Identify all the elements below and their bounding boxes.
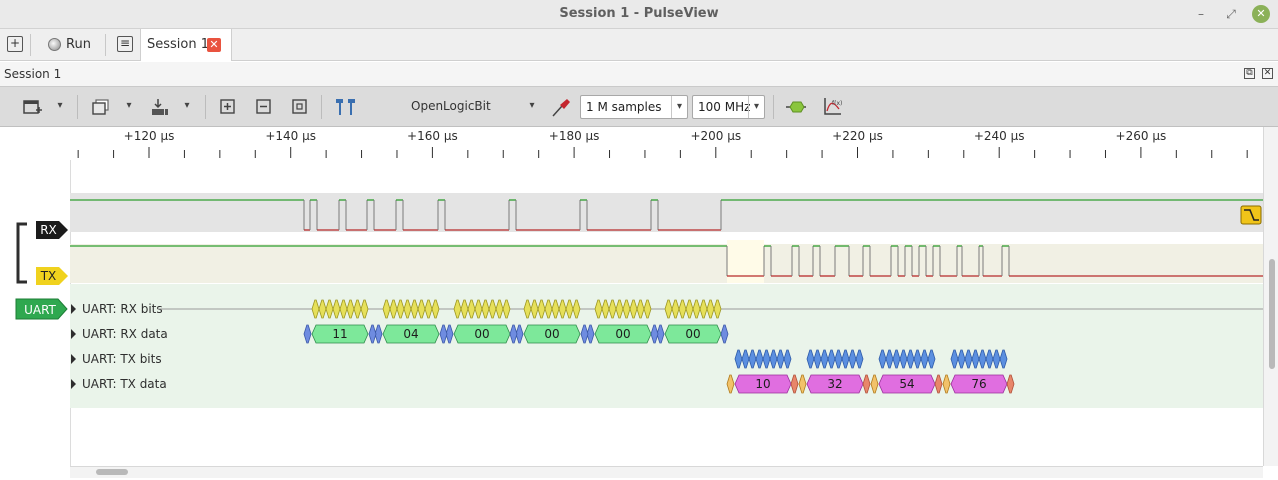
run-button[interactable]: Run: [40, 33, 91, 57]
divider: [77, 95, 78, 119]
import-icon[interactable]: [150, 97, 170, 117]
float-icon[interactable]: ⧉: [1244, 68, 1255, 79]
session-tab-bar: + Run ≡ Session 1 ✕: [0, 29, 1278, 61]
rx-channel-label[interactable]: RX: [36, 221, 68, 239]
close-button[interactable]: ✕: [1252, 5, 1270, 23]
tx-channel-label-label: TX: [40, 269, 57, 283]
sample-count-select[interactable]: 1 M samples ▾: [580, 95, 688, 119]
tab-label: Session 1: [147, 37, 210, 52]
sample-count-value: 1 M samples: [586, 100, 662, 114]
chevron-down-icon[interactable]: ▾: [526, 98, 538, 114]
tx-data-value: 54: [899, 377, 914, 391]
vertical-scrollbar[interactable]: [1263, 127, 1278, 466]
uart-decoder-label[interactable]: UART: [15, 298, 68, 320]
trace-viewport[interactable]: RX TX UART UART: RX bits UART: RX data UART: …: [0, 160, 1263, 466]
cursor-icon[interactable]: [335, 97, 355, 117]
new-session-button[interactable]: +: [7, 36, 23, 52]
add-view-icon[interactable]: [22, 97, 42, 117]
divider: [30, 34, 31, 56]
window-title: Session 1 - PulseView: [559, 6, 719, 21]
tx-data-value: 32: [827, 377, 842, 391]
divider: [105, 34, 106, 56]
decoder-row-label: UART: RX data: [82, 327, 168, 341]
vertical-scroll-thumb[interactable]: [1269, 259, 1275, 369]
decoder-row[interactable]: UART: RX data: [71, 327, 168, 341]
decoder-row-label: UART: TX data: [82, 377, 167, 391]
math-icon[interactable]: f(x): [822, 97, 842, 117]
trace-canvas[interactable]: RX TX UART UART: RX bits UART: RX data UART: …: [0, 160, 1263, 466]
title-bar: Session 1 - PulseView – ⤢ ✕: [0, 0, 1278, 29]
samplerate-value: 100 MHz: [698, 100, 751, 114]
close-session-icon[interactable]: ✕: [1262, 68, 1273, 79]
rx-data-value: 00: [685, 327, 700, 341]
chevron-down-icon: ▾: [748, 96, 764, 118]
zoom-fit-icon[interactable]: [290, 97, 310, 117]
tx-channel-label[interactable]: TX: [36, 267, 68, 285]
probe-icon[interactable]: [550, 97, 570, 117]
decoder-rows-bg: [70, 284, 1263, 408]
divider: [321, 95, 322, 119]
tx-row-bg: [70, 244, 1263, 283]
rx-data-value: 00: [544, 327, 559, 341]
rx-channel-label-label: RX: [40, 223, 57, 237]
device-selector[interactable]: OpenLogicBit: [411, 99, 491, 113]
decoder-row-label: UART: TX bits: [82, 352, 162, 366]
chevron-down-icon[interactable]: ▾: [54, 98, 66, 114]
run-state-icon: [48, 38, 61, 51]
save-icon[interactable]: [91, 97, 111, 117]
samplerate-select[interactable]: 100 MHz ▾: [692, 95, 765, 119]
time-ruler[interactable]: +120 µs +140 µs +160 µs +180 µs +200 µs +220 …: [70, 127, 1263, 160]
tab-close-icon[interactable]: ✕: [207, 38, 221, 52]
uart-decoder-name: UART: [24, 303, 56, 317]
chevron-down-icon[interactable]: ▾: [123, 98, 135, 114]
horizontal-scroll-thumb[interactable]: [96, 469, 128, 475]
channel-group-bracket: [16, 222, 27, 284]
divider: [773, 95, 774, 119]
zoom-in-icon[interactable]: [218, 97, 238, 117]
rx-data-value: 04: [403, 327, 418, 341]
rx-row-bg: [70, 193, 1263, 232]
restore-button[interactable]: ⤢: [1222, 5, 1240, 23]
trigger-falling-edge-icon[interactable]: [1240, 205, 1262, 225]
decoder-row[interactable]: UART: TX data: [71, 377, 167, 391]
zoom-out-icon[interactable]: [254, 97, 274, 117]
rx-data-value: 00: [615, 327, 630, 341]
session-title: Session 1: [4, 67, 62, 81]
minimize-button[interactable]: –: [1192, 5, 1210, 23]
rx-data-value: 11: [332, 327, 347, 341]
decoder-row-label: UART: RX bits: [82, 302, 163, 316]
decoder-icon[interactable]: [786, 97, 806, 117]
horizontal-scrollbar[interactable]: [70, 466, 1263, 478]
divider: [205, 95, 206, 119]
tab-session-1[interactable]: Session 1 ✕: [140, 29, 232, 61]
session-settings-button[interactable]: ≡: [117, 36, 133, 52]
session-header: Session 1 ⧉ ✕: [0, 62, 1278, 86]
main-toolbar: ▾ ▾ ▾ OpenLogicBit ▾ 1 M samples ▾ 100 M…: [0, 86, 1278, 127]
pulseview-window: Session 1 - PulseView – ⤢ ✕ + Run ≡ Sess…: [0, 0, 1278, 480]
tx-data-value: 76: [971, 377, 986, 391]
decoder-row[interactable]: UART: RX bits: [71, 302, 163, 316]
ruler-ticks: [77, 147, 1248, 158]
chevron-down-icon: ▾: [671, 96, 687, 118]
svg-text:f(x): f(x): [832, 100, 842, 107]
rx-data-value: 00: [474, 327, 489, 341]
run-label: Run: [66, 37, 91, 52]
tx-data-value: 10: [755, 377, 770, 391]
decoder-row[interactable]: UART: TX bits: [71, 352, 162, 366]
chevron-down-icon[interactable]: ▾: [181, 98, 193, 114]
